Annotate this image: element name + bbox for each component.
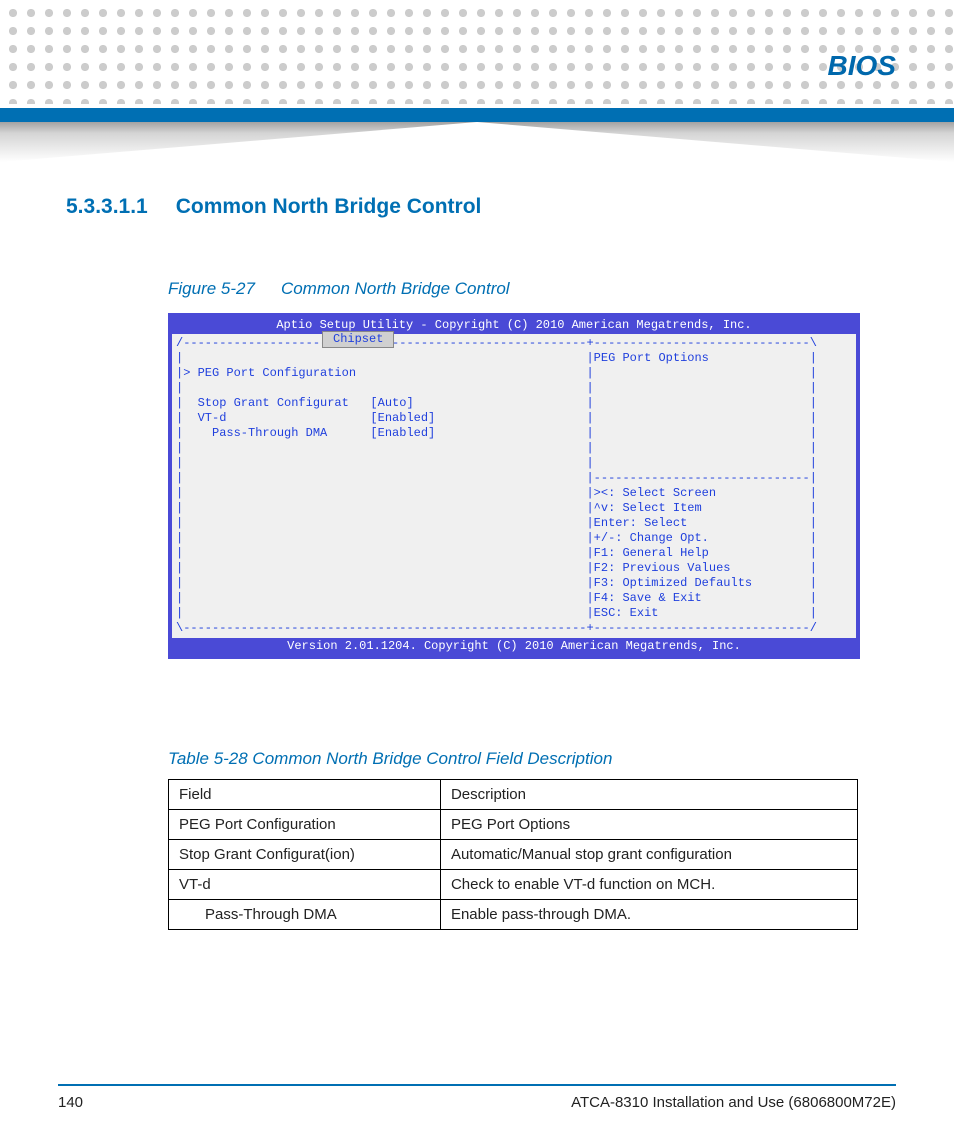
table-header-cell: Description <box>440 780 857 810</box>
page-number: 140 <box>58 1094 83 1111</box>
figure-label: Figure 5-27 <box>168 279 255 298</box>
bios-body: /---------------------------------------… <box>172 334 856 638</box>
figure-title: Common North Bridge Control <box>281 279 510 298</box>
field-description-table: FieldDescriptionPEG Port ConfigurationPE… <box>168 779 858 930</box>
bios-footer: Version 2.01.1204. Copyright (C) 2010 Am… <box>172 638 856 655</box>
bios-screenshot: Aptio Setup Utility - Copyright (C) 2010… <box>168 313 860 659</box>
chapter-title: BIOS <box>828 50 896 82</box>
section-heading: 5.3.3.1.1 Common North Bridge Control <box>66 195 896 219</box>
bios-header: Aptio Setup Utility - Copyright (C) 2010… <box>172 317 856 334</box>
bios-tab: Chipset <box>322 331 394 348</box>
table-cell: Enable pass-through DMA. <box>440 900 857 930</box>
figure-caption: Figure 5-27 Common North Bridge Control <box>168 279 896 299</box>
table-header-cell: Field <box>169 780 441 810</box>
table-cell: PEG Port Options <box>440 810 857 840</box>
table-cell: Check to enable VT-d function on MCH. <box>440 870 857 900</box>
table-cell: Pass-Through DMA <box>169 900 441 930</box>
table-caption: Table 5-28 Common North Bridge Control F… <box>168 749 896 769</box>
table-cell: Automatic/Manual stop grant configuratio… <box>440 840 857 870</box>
section-title: Common North Bridge Control <box>176 195 482 219</box>
header-rule <box>0 108 954 122</box>
header-shadow <box>0 122 954 162</box>
table-cell: Stop Grant Configurat(ion) <box>169 840 441 870</box>
section-number: 5.3.3.1.1 <box>66 195 148 219</box>
table-cell: VT-d <box>169 870 441 900</box>
table-cell: PEG Port Configuration <box>169 810 441 840</box>
document-id: ATCA-8310 Installation and Use (6806800M… <box>571 1094 896 1111</box>
page-content: 5.3.3.1.1 Common North Bridge Control Fi… <box>0 175 954 1075</box>
header-pattern <box>0 0 954 104</box>
page-footer: 140 ATCA-8310 Installation and Use (6806… <box>58 1084 896 1111</box>
bios-header-text: Aptio Setup Utility - Copyright (C) 2010… <box>276 318 751 332</box>
